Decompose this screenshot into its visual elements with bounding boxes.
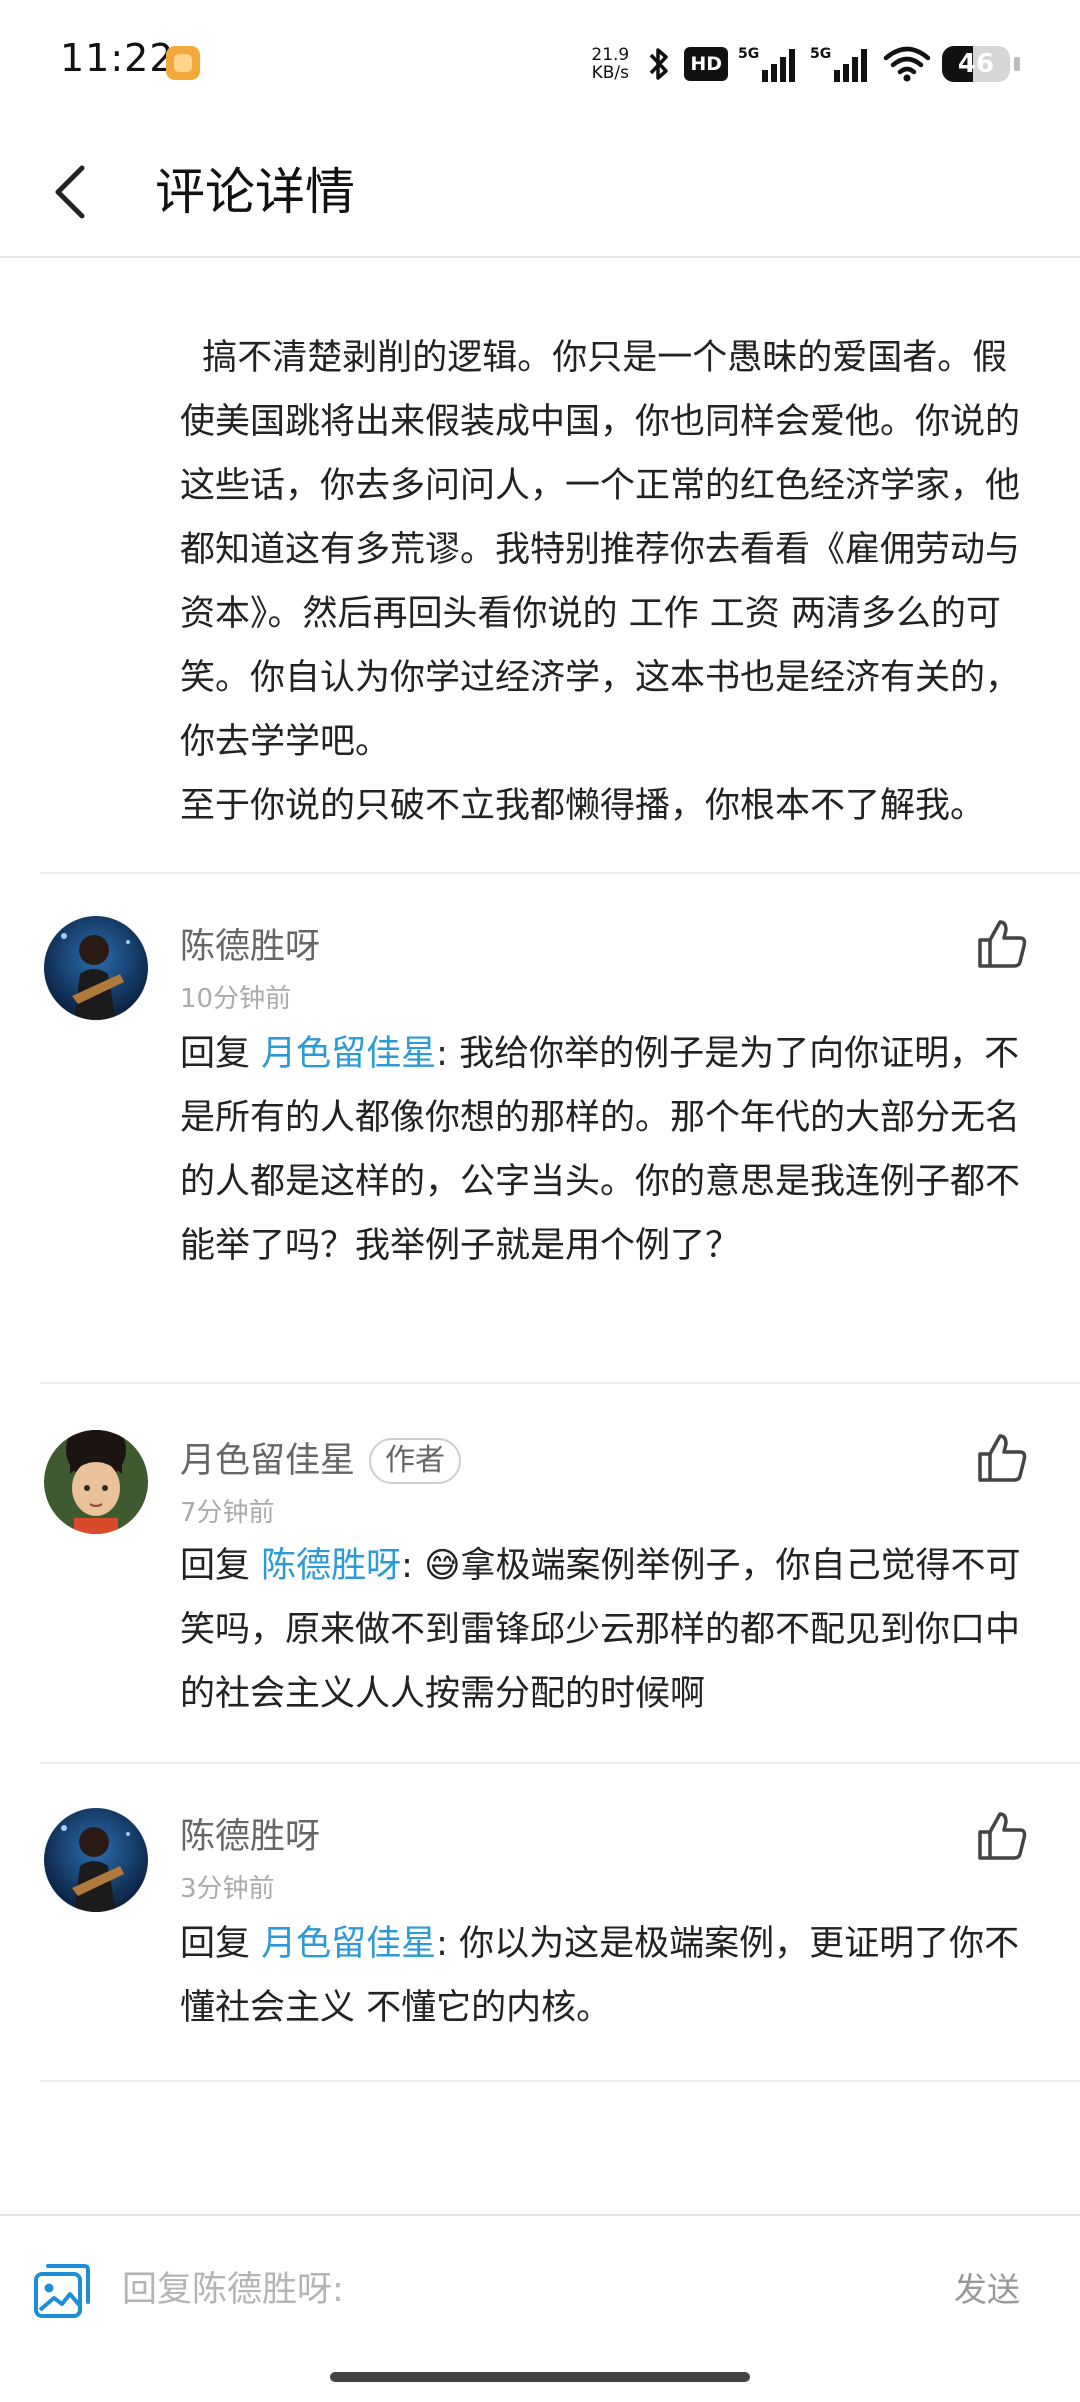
divider — [40, 2080, 1080, 2082]
divider — [40, 1762, 1080, 1764]
battery-icon: 46 — [942, 46, 1010, 82]
page-title: 评论详情 — [155, 163, 355, 221]
back-button[interactable] — [34, 148, 124, 238]
send-button[interactable]: 发送 — [954, 2260, 1020, 2320]
chevron-left-icon — [55, 165, 85, 219]
comment-time: 3分钟前 — [180, 1874, 275, 1904]
hd-voice-icon: HD — [684, 47, 728, 81]
svg-text:5G: 5G — [810, 46, 831, 62]
battery-tip — [1014, 57, 1020, 71]
reply-label: 回复 — [180, 1546, 262, 1586]
reply-input[interactable] — [122, 2258, 882, 2322]
comment-time: 10分钟前 — [180, 984, 292, 1014]
thumbs-up-icon — [978, 1434, 1027, 1482]
thumbs-up-icon — [978, 1812, 1027, 1860]
comment-text: 回复 月色留佳星: 我给你举的例子是为了向你证明，不是所有的人都像你想的那样的。… — [180, 1022, 1030, 1278]
thumbs-up-icon — [978, 920, 1027, 968]
comment-text: 回复 陈德胜呀: 😅拿极端案例举例子，你自己觉得不可笑吗，原来做不到雷锋邱少云那… — [180, 1534, 1030, 1726]
mention-link[interactable]: 月色留佳星 — [261, 1924, 436, 1964]
comment-author[interactable]: 陈德胜呀 — [180, 924, 320, 970]
parent-comment-body: 搞不清楚剥削的逻辑。你只是一个愚昧的爱国者。假使美国跳将出来假装成中国，你也同样… — [180, 338, 1021, 826]
avatar[interactable] — [44, 1808, 148, 1912]
reply-label: 回复 — [180, 1924, 262, 1964]
divider — [40, 872, 1080, 874]
author-badge: 作者 — [369, 1438, 462, 1484]
wifi-icon — [883, 46, 931, 82]
signal-5g-icon-2: 5G — [810, 46, 867, 82]
bluetooth-icon — [650, 48, 669, 80]
header-bar: 评论详情 — [0, 128, 1080, 258]
author-name: 陈德胜呀 — [180, 1817, 321, 1857]
signal-5g-icon: 5G — [738, 46, 795, 82]
like-button[interactable] — [974, 916, 1030, 972]
image-icon — [34, 2264, 90, 2318]
comment-text: 回复 月色留佳星: 你以为这是极端案例，更证明了你不懂社会主义 不懂它的内核。 — [180, 1912, 1030, 2040]
reply-label: 回复 — [180, 1034, 262, 1074]
like-button[interactable] — [974, 1430, 1030, 1486]
parent-comment-text: 搞不清楚剥削的逻辑。你只是一个愚昧的爱国者。假使美国跳将出来假装成中国，你也同样… — [180, 262, 1030, 838]
status-time: 11:22 — [60, 36, 175, 80]
avatar[interactable] — [44, 916, 148, 1020]
mention-link[interactable]: 月色留佳星 — [261, 1034, 436, 1074]
insert-image-button[interactable] — [32, 2260, 92, 2320]
author-name: 月色留佳星 — [180, 1441, 356, 1481]
notification-app-icon — [166, 46, 200, 80]
avatar[interactable] — [44, 1430, 148, 1534]
network-speed: 21.9 KB/s — [591, 45, 630, 83]
status-bar: 11:22 21.9 KB/s HD 5G 5G 46 — [0, 0, 1080, 128]
mention-link[interactable]: 陈德胜呀 — [261, 1546, 401, 1586]
divider — [40, 1382, 1080, 1384]
home-indicator[interactable] — [330, 2372, 750, 2382]
svg-text:5G: 5G — [738, 46, 759, 62]
like-button[interactable] — [974, 1808, 1030, 1864]
comment-author[interactable]: 月色留佳星 作者 — [180, 1438, 462, 1484]
status-icons: 21.9 KB/s HD 5G 5G 46 — [586, 38, 1020, 90]
comment-time: 7分钟前 — [180, 1498, 275, 1528]
comment-author[interactable]: 陈德胜呀 — [180, 1814, 320, 1860]
battery-level: 46 — [957, 49, 995, 79]
author-name: 陈德胜呀 — [180, 927, 321, 967]
